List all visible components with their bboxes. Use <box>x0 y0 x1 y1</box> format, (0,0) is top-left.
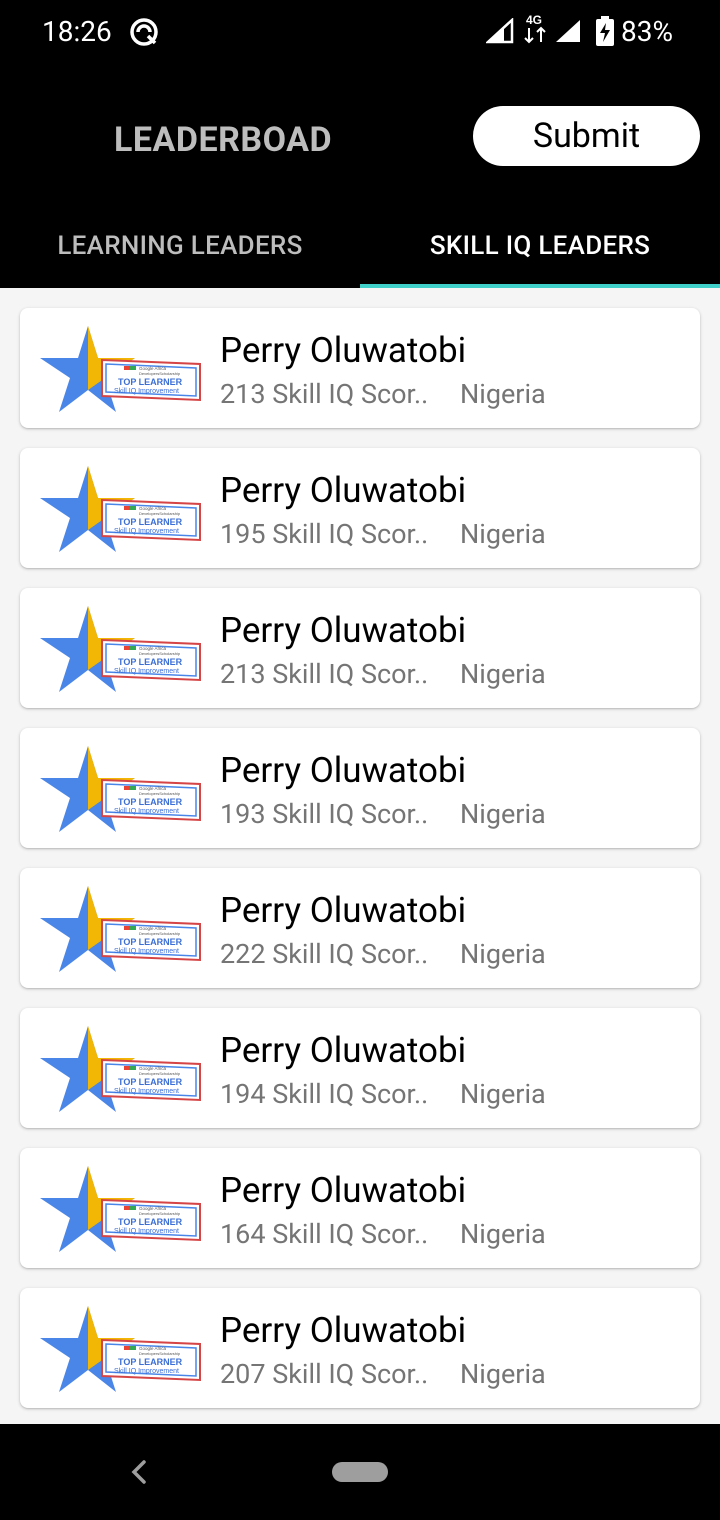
leader-country: Nigeria <box>460 518 546 550</box>
tab-learning-leaders[interactable]: LEARNING LEADERS <box>0 204 360 288</box>
leader-card[interactable]: Google Africa DevelopersScholarship TOP … <box>20 1288 700 1408</box>
leader-country: Nigeria <box>460 1358 546 1390</box>
svg-text:DevelopersScholarship: DevelopersScholarship <box>139 511 181 516</box>
signal-icon <box>486 18 514 44</box>
leader-score: 195 Skill IQ Scor.. <box>220 518 429 550</box>
svg-text:TOP LEARNER: TOP LEARNER <box>118 657 183 667</box>
leader-country: Nigeria <box>460 378 546 410</box>
tab-skill-iq-leaders[interactable]: SKILL IQ LEADERS <box>360 204 720 288</box>
app-bar: LEADERBOAD Submit LEARNING LEADERS SKILL… <box>0 64 720 288</box>
page-title: LEADERBOAD <box>114 120 333 160</box>
top-learner-badge-icon: Google Africa DevelopersScholarship TOP … <box>40 326 201 412</box>
leader-score: 222 Skill IQ Scor.. <box>220 938 429 970</box>
svg-text:TOP LEARNER: TOP LEARNER <box>118 1357 183 1367</box>
leader-card[interactable]: Google Africa DevelopersScholarship TOP … <box>20 448 700 568</box>
svg-text:4G: 4G <box>526 13 542 27</box>
leader-name: Perry Oluwatobi <box>220 470 467 511</box>
leader-card[interactable]: Google Africa DevelopersScholarship TOP … <box>20 308 700 428</box>
mobile-data-icon: 4G <box>524 13 546 44</box>
top-learner-badge-icon: Google Africa DevelopersScholarship TOP … <box>40 1306 201 1392</box>
battery-charging-icon <box>596 16 614 46</box>
leader-country: Nigeria <box>460 1218 546 1250</box>
leader-list[interactable]: Google Africa DevelopersScholarship TOP … <box>0 288 720 1424</box>
svg-text:DevelopersScholarship: DevelopersScholarship <box>139 371 181 376</box>
submit-button[interactable]: Submit <box>473 106 700 166</box>
svg-text:Skill IQ Improvement: Skill IQ Improvement <box>114 948 179 955</box>
svg-text:TOP LEARNER: TOP LEARNER <box>118 1217 183 1227</box>
leader-score: 207 Skill IQ Scor.. <box>220 1358 429 1390</box>
leader-name: Perry Oluwatobi <box>220 890 467 931</box>
do-not-disturb-icon <box>130 18 158 46</box>
svg-text:Skill IQ Improvement: Skill IQ Improvement <box>114 528 179 535</box>
battery-percent: 83% <box>621 15 673 48</box>
leader-score: 213 Skill IQ Scor.. <box>220 378 429 410</box>
svg-text:DevelopersScholarship: DevelopersScholarship <box>139 931 181 936</box>
svg-text:TOP LEARNER: TOP LEARNER <box>118 937 183 947</box>
leader-name: Perry Oluwatobi <box>220 1310 467 1351</box>
leader-name: Perry Oluwatobi <box>220 610 467 651</box>
svg-text:TOP LEARNER: TOP LEARNER <box>118 377 183 387</box>
svg-text:Skill IQ Improvement: Skill IQ Improvement <box>114 668 179 675</box>
top-learner-badge-icon: Google Africa DevelopersScholarship TOP … <box>40 466 201 552</box>
top-learner-badge-icon: Google Africa DevelopersScholarship TOP … <box>40 606 201 692</box>
leader-country: Nigeria <box>460 938 546 970</box>
svg-text:DevelopersScholarship: DevelopersScholarship <box>139 1071 181 1076</box>
status-time: 18:26 <box>42 15 112 48</box>
back-chevron-icon[interactable] <box>126 1454 154 1490</box>
home-pill-button[interactable] <box>332 1462 388 1482</box>
svg-text:Skill IQ Improvement: Skill IQ Improvement <box>114 808 179 815</box>
leader-country: Nigeria <box>460 798 546 830</box>
svg-text:TOP LEARNER: TOP LEARNER <box>118 1077 183 1087</box>
leader-card[interactable]: Google Africa DevelopersScholarship TOP … <box>20 728 700 848</box>
leader-score: 213 Skill IQ Scor.. <box>220 658 429 690</box>
leader-score: 193 Skill IQ Scor.. <box>220 798 429 830</box>
leader-card[interactable]: Google Africa DevelopersScholarship TOP … <box>20 1008 700 1128</box>
svg-text:Skill IQ Improvement: Skill IQ Improvement <box>114 1228 179 1235</box>
svg-text:DevelopersScholarship: DevelopersScholarship <box>139 1211 181 1216</box>
signal-full-icon <box>556 20 580 42</box>
svg-text:DevelopersScholarship: DevelopersScholarship <box>139 651 181 656</box>
leader-score: 164 Skill IQ Scor.. <box>220 1218 429 1250</box>
system-nav-bar <box>0 1424 720 1520</box>
svg-text:DevelopersScholarship: DevelopersScholarship <box>139 1351 181 1356</box>
leader-score: 194 Skill IQ Scor.. <box>220 1078 429 1110</box>
svg-text:TOP LEARNER: TOP LEARNER <box>118 517 183 527</box>
leader-name: Perry Oluwatobi <box>220 1030 467 1071</box>
leader-card[interactable]: Google Africa DevelopersScholarship TOP … <box>20 1148 700 1268</box>
top-learner-badge-icon: Google Africa DevelopersScholarship TOP … <box>40 1026 201 1112</box>
leader-card[interactable]: Google Africa DevelopersScholarship TOP … <box>20 868 700 988</box>
leader-name: Perry Oluwatobi <box>220 1170 467 1211</box>
top-learner-badge-icon: Google Africa DevelopersScholarship TOP … <box>40 746 201 832</box>
svg-text:TOP LEARNER: TOP LEARNER <box>118 797 183 807</box>
leader-name: Perry Oluwatobi <box>220 750 467 791</box>
leader-card[interactable]: Google Africa DevelopersScholarship TOP … <box>20 588 700 708</box>
svg-text:Skill IQ Improvement: Skill IQ Improvement <box>114 1088 179 1095</box>
leader-country: Nigeria <box>460 1078 546 1110</box>
svg-text:Skill IQ Improvement: Skill IQ Improvement <box>114 1368 179 1375</box>
svg-text:DevelopersScholarship: DevelopersScholarship <box>139 791 181 796</box>
leader-country: Nigeria <box>460 658 546 690</box>
status-bar: 18:26 4G 83% <box>0 0 720 64</box>
top-learner-badge-icon: Google Africa DevelopersScholarship TOP … <box>40 1166 201 1252</box>
svg-text:Skill IQ Improvement: Skill IQ Improvement <box>114 388 179 395</box>
top-learner-badge-icon: Google Africa DevelopersScholarship TOP … <box>40 886 201 972</box>
leader-name: Perry Oluwatobi <box>220 330 467 371</box>
